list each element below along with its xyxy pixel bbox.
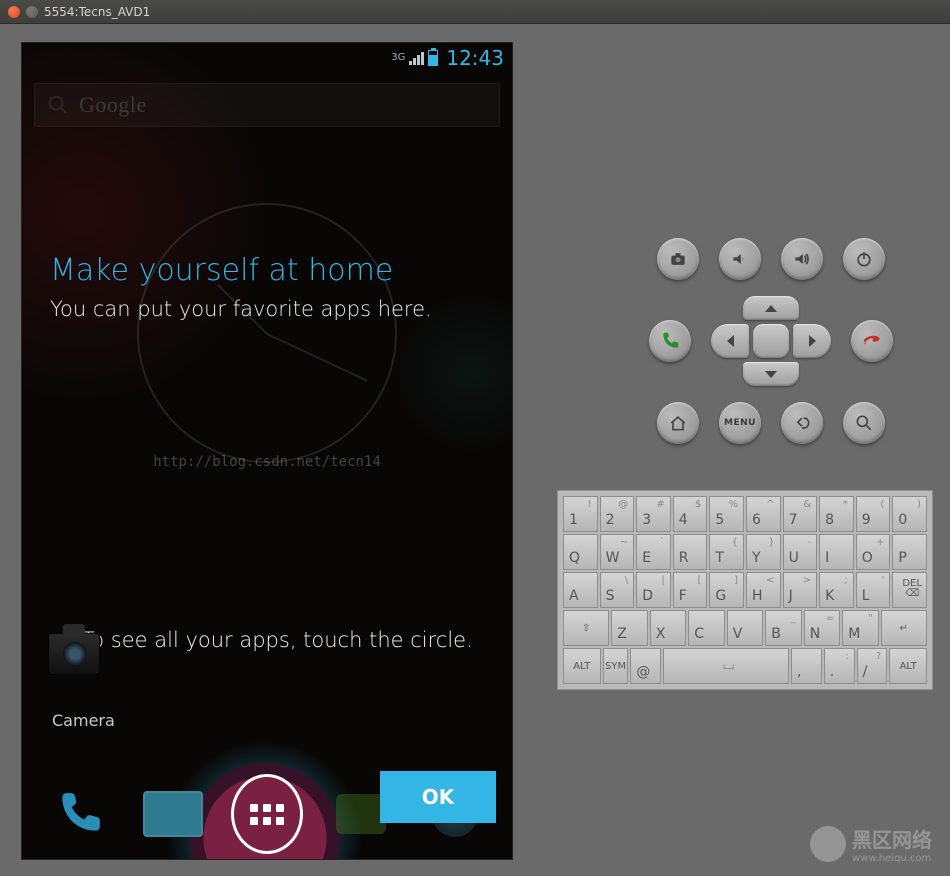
key-J[interactable]: J> bbox=[783, 572, 818, 608]
search-placeholder: Google bbox=[79, 92, 147, 118]
key-F[interactable]: F[ bbox=[673, 572, 708, 608]
key-H[interactable]: H< bbox=[746, 572, 781, 608]
key-9[interactable]: 9( bbox=[856, 496, 891, 532]
key-U[interactable]: U- bbox=[783, 534, 818, 570]
clock-widget bbox=[137, 203, 397, 463]
key-ALT[interactable]: ALT bbox=[889, 648, 927, 684]
key-Y[interactable]: Y} bbox=[746, 534, 781, 570]
site-watermark: 黑区网络 www.heiqu.com bbox=[810, 824, 932, 864]
key-D[interactable]: D| bbox=[636, 572, 671, 608]
key-W[interactable]: W~ bbox=[600, 534, 635, 570]
minimize-icon[interactable] bbox=[26, 6, 38, 18]
key-5[interactable]: 5% bbox=[709, 496, 744, 532]
key-P[interactable]: P bbox=[892, 534, 927, 570]
close-icon[interactable] bbox=[8, 6, 20, 18]
status-bar: 3G 12:43 bbox=[22, 43, 512, 73]
key-E[interactable]: E` bbox=[636, 534, 671, 570]
emulator-hw-buttons: MENU bbox=[616, 238, 926, 444]
key-⇧[interactable]: ⇧ bbox=[563, 610, 609, 646]
key-3[interactable]: 3# bbox=[636, 496, 671, 532]
key-2[interactable]: 2@ bbox=[600, 496, 635, 532]
key-Q[interactable]: Q bbox=[563, 534, 598, 570]
key-DEL ⌫[interactable]: DEL ⌫ bbox=[892, 572, 927, 608]
dpad bbox=[711, 296, 831, 386]
key-ALT[interactable]: ALT bbox=[563, 648, 601, 684]
key-G[interactable]: G] bbox=[709, 572, 744, 608]
dpad-left[interactable] bbox=[711, 324, 749, 358]
signal-icon bbox=[409, 51, 424, 65]
key-K[interactable]: K; bbox=[819, 572, 854, 608]
key-↵[interactable]: ↵ bbox=[881, 610, 927, 646]
contacts-icon[interactable] bbox=[137, 778, 209, 850]
camera-hw-button[interactable] bbox=[657, 238, 699, 280]
menu-button[interactable]: MENU bbox=[719, 402, 761, 444]
key-S[interactable]: S\ bbox=[600, 572, 635, 608]
key-.[interactable]: .: bbox=[824, 648, 855, 684]
key-O[interactable]: O+ bbox=[856, 534, 891, 570]
key-N[interactable]: N= bbox=[804, 610, 841, 646]
key-1[interactable]: 1! bbox=[563, 496, 598, 532]
emulator-phone-frame: 3G 12:43 Google Make yourself at home Yo… bbox=[21, 42, 513, 860]
key-⌴[interactable]: ⌴ bbox=[663, 648, 789, 684]
ok-button[interactable]: OK bbox=[380, 771, 496, 823]
dpad-right[interactable] bbox=[793, 324, 831, 358]
dpad-down[interactable] bbox=[743, 362, 799, 386]
key-4[interactable]: 4$ bbox=[673, 496, 708, 532]
end-call-button[interactable] bbox=[851, 320, 893, 362]
key-6[interactable]: 6^ bbox=[746, 496, 781, 532]
power-button[interactable] bbox=[843, 238, 885, 280]
key-L[interactable]: L' bbox=[856, 572, 891, 608]
key-C[interactable]: C bbox=[688, 610, 725, 646]
home-button[interactable] bbox=[657, 402, 699, 444]
key-7[interactable]: 7& bbox=[783, 496, 818, 532]
key-X[interactable]: X bbox=[650, 610, 687, 646]
search-icon bbox=[47, 94, 69, 116]
back-button[interactable] bbox=[781, 402, 823, 444]
volume-up-button[interactable] bbox=[781, 238, 823, 280]
dpad-center[interactable] bbox=[753, 324, 789, 358]
key-,[interactable]: , bbox=[791, 648, 822, 684]
window-titlebar: 5554:Tecns_AVD1 bbox=[0, 0, 950, 24]
call-button[interactable] bbox=[649, 320, 691, 362]
tutorial-title: Make yourself at home bbox=[50, 253, 393, 288]
mushroom-icon bbox=[810, 826, 846, 862]
key-Z[interactable]: Z bbox=[611, 610, 648, 646]
key-@[interactable]: @ bbox=[630, 648, 661, 684]
key-R[interactable]: R bbox=[673, 534, 708, 570]
camera-app-icon[interactable] bbox=[48, 633, 100, 675]
phone-screen[interactable]: 3G 12:43 Google Make yourself at home Yo… bbox=[22, 43, 512, 859]
battery-icon bbox=[428, 50, 438, 66]
key-I[interactable]: I bbox=[819, 534, 854, 570]
camera-app-label: Camera bbox=[52, 711, 115, 730]
clock-text: 12:43 bbox=[446, 46, 504, 70]
google-search-bar[interactable]: Google bbox=[34, 83, 500, 127]
key-M[interactable]: M" bbox=[842, 610, 879, 646]
emulator-keyboard: 1!2@3#4$5%6^7&8*9(0) QW~E`RT{Y}U-IO+P AS… bbox=[557, 490, 933, 690]
tutorial-tip: To see all your apps, touch the circle. bbox=[82, 628, 473, 652]
key-V[interactable]: V bbox=[727, 610, 764, 646]
key-A[interactable]: A bbox=[563, 572, 598, 608]
dialer-icon[interactable] bbox=[43, 778, 115, 850]
apps-drawer-button[interactable] bbox=[231, 778, 303, 850]
key-SYM[interactable]: SYM bbox=[603, 648, 629, 684]
key-/[interactable]: /? bbox=[857, 648, 888, 684]
search-hw-button[interactable] bbox=[843, 402, 885, 444]
key-T[interactable]: T{ bbox=[709, 534, 744, 570]
key-0[interactable]: 0) bbox=[892, 496, 927, 532]
dpad-up[interactable] bbox=[743, 296, 799, 320]
key-B[interactable]: B_ bbox=[765, 610, 802, 646]
window-title: 5554:Tecns_AVD1 bbox=[44, 5, 150, 19]
key-8[interactable]: 8* bbox=[819, 496, 854, 532]
tutorial-subtitle: You can put your favorite apps here. bbox=[50, 297, 432, 321]
network-icon: 3G bbox=[391, 53, 405, 63]
volume-down-button[interactable] bbox=[719, 238, 761, 280]
